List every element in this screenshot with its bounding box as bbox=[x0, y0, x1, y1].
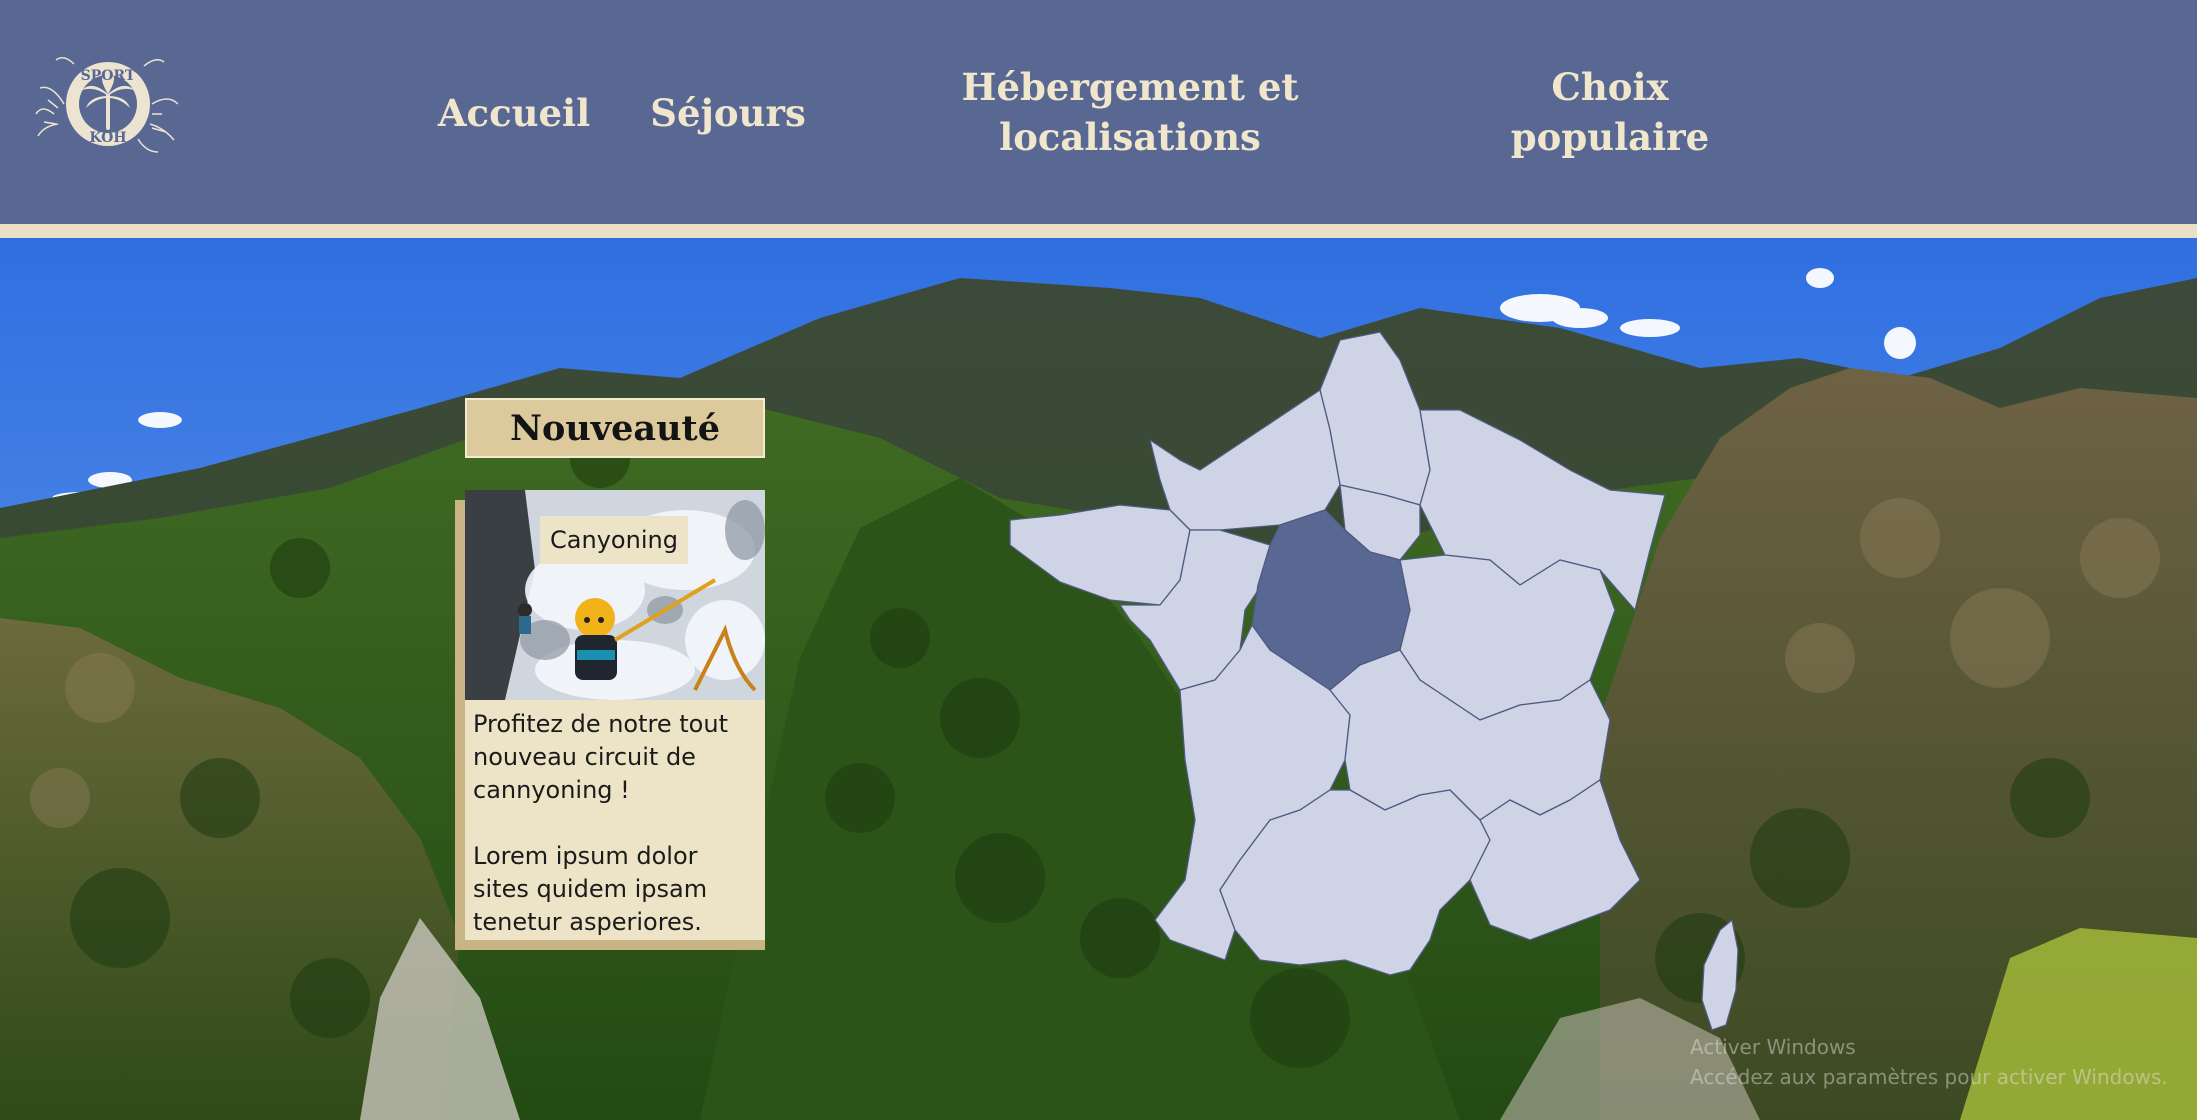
featured-card[interactable]: Canyoning Profitez de notre tout nouveau… bbox=[465, 490, 765, 940]
nav-hebergement-localisations[interactable]: Hébergement et localisations bbox=[940, 62, 1320, 162]
region-corse[interactable] bbox=[1701, 919, 1739, 1031]
featured-title: Nouveauté bbox=[510, 407, 720, 449]
region-bretagne[interactable] bbox=[1009, 504, 1191, 606]
featured-title-box: Nouveauté bbox=[465, 398, 765, 458]
nav-accueil[interactable]: Accueil bbox=[436, 88, 592, 138]
windows-activation-watermark: Activer Windows Accédez aux paramètres p… bbox=[1690, 1032, 2170, 1092]
featured-description: Profitez de notre tout nouveau circuit d… bbox=[473, 708, 758, 972]
featured-paragraph: Profitez de notre tout nouveau circuit d… bbox=[473, 710, 728, 804]
canyoning-photo: Canyoning bbox=[465, 490, 765, 700]
header-divider bbox=[0, 224, 2197, 238]
nav-sejours[interactable]: Séjours bbox=[650, 88, 806, 138]
region-normandie[interactable] bbox=[1149, 389, 1341, 531]
watermark-line2: Accédez aux paramètres pour activer Wind… bbox=[1690, 1065, 2168, 1089]
helmet-icon bbox=[575, 598, 615, 638]
logo-text-top: SPORT bbox=[81, 68, 136, 84]
nav-choix-populaire[interactable]: Choix populaire bbox=[1460, 62, 1760, 162]
palm-tree-icon: SPORT KOH bbox=[35, 57, 179, 153]
sport-koh-logo[interactable]: SPORT KOH bbox=[34, 44, 182, 160]
logo-text-bottom: KOH bbox=[89, 130, 126, 146]
watermark-line1: Activer Windows bbox=[1690, 1035, 1856, 1059]
site-header: SPORT KOH Accueil Séjours Hébergement et… bbox=[0, 0, 2197, 224]
activity-tag: Canyoning bbox=[540, 516, 688, 564]
featured-paragraph: Lorem ipsum dolor sites quidem ipsam ten… bbox=[473, 842, 708, 936]
france-map bbox=[1000, 320, 1760, 1050]
